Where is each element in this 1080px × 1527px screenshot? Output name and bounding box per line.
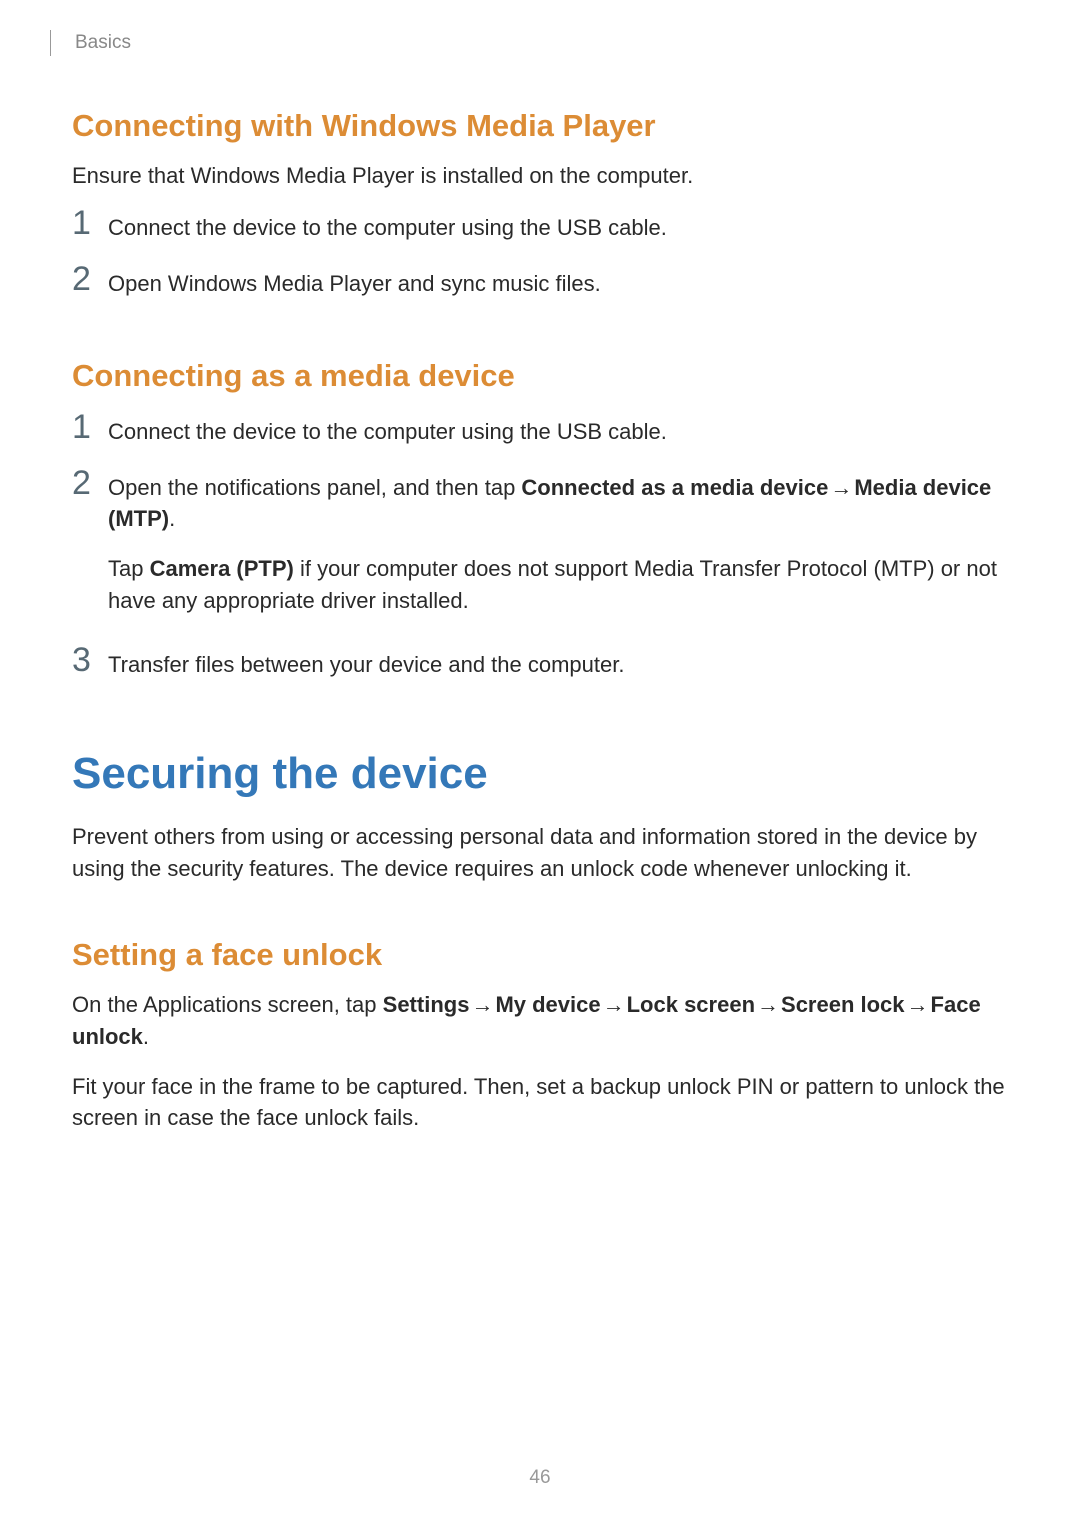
text-segment: . — [169, 506, 175, 531]
heading-securing: Securing the device — [72, 749, 1008, 799]
step-number: 1 — [72, 206, 108, 240]
step-number: 2 — [72, 262, 108, 296]
list-item: 3 Transfer files between your device and… — [72, 647, 1008, 681]
page-content: Connecting with Windows Media Player Ens… — [0, 0, 1080, 1134]
arrow-icon: → — [757, 989, 779, 1021]
step-text: Open the notifications panel, and then t… — [108, 470, 1008, 618]
page-number: 46 — [0, 1467, 1080, 1489]
sub-paragraph: Tap Camera (PTP) if your computer does n… — [108, 553, 1008, 617]
steps-media: 1 Connect the device to the computer usi… — [72, 414, 1008, 681]
heading-connecting-wmp: Connecting with Windows Media Player — [72, 108, 1008, 144]
step-text: Open Windows Media Player and sync music… — [108, 266, 1008, 300]
list-item: 1 Connect the device to the computer usi… — [72, 414, 1008, 448]
steps-wmp: 1 Connect the device to the computer usi… — [72, 210, 1008, 300]
arrow-icon: → — [830, 472, 852, 504]
step-number: 1 — [72, 410, 108, 444]
list-item: 2 Open Windows Media Player and sync mus… — [72, 266, 1008, 300]
face-unlock-instructions: Fit your face in the frame to be capture… — [72, 1071, 1008, 1135]
step-text: Connect the device to the computer using… — [108, 210, 1008, 244]
heading-face-unlock: Setting a face unlock — [72, 937, 1008, 973]
face-unlock-path: On the Applications screen, tap Settings… — [72, 989, 1008, 1053]
step-number: 2 — [72, 466, 108, 500]
step-text: Transfer files between your device and t… — [108, 647, 1008, 681]
heading-connecting-media: Connecting as a media device — [72, 358, 1008, 394]
intro-wmp: Ensure that Windows Media Player is inst… — [72, 160, 1008, 192]
text-segment: . — [143, 1024, 149, 1049]
list-item: 2 Open the notifications panel, and then… — [72, 470, 1008, 618]
list-item: 1 Connect the device to the computer usi… — [72, 210, 1008, 244]
step-text: Connect the device to the computer using… — [108, 414, 1008, 448]
arrow-icon: → — [471, 989, 493, 1021]
bold-text: Settings — [383, 992, 470, 1017]
step-number: 3 — [72, 643, 108, 677]
intro-securing: Prevent others from using or accessing p… — [72, 821, 1008, 885]
arrow-icon: → — [603, 989, 625, 1021]
text-segment: Tap — [108, 556, 150, 581]
bold-text: Screen lock — [781, 992, 905, 1017]
text-segment: Open the notifications panel, and then t… — [108, 475, 521, 500]
bold-text: Lock screen — [627, 992, 755, 1017]
breadcrumb-text: Basics — [75, 32, 131, 54]
bold-text: Connected as a media device — [521, 475, 828, 500]
arrow-icon: → — [907, 989, 929, 1021]
bold-text: My device — [495, 992, 600, 1017]
text-segment: On the Applications screen, tap — [72, 992, 383, 1017]
breadcrumb: Basics — [50, 30, 131, 56]
bold-text: Camera (PTP) — [150, 556, 294, 581]
